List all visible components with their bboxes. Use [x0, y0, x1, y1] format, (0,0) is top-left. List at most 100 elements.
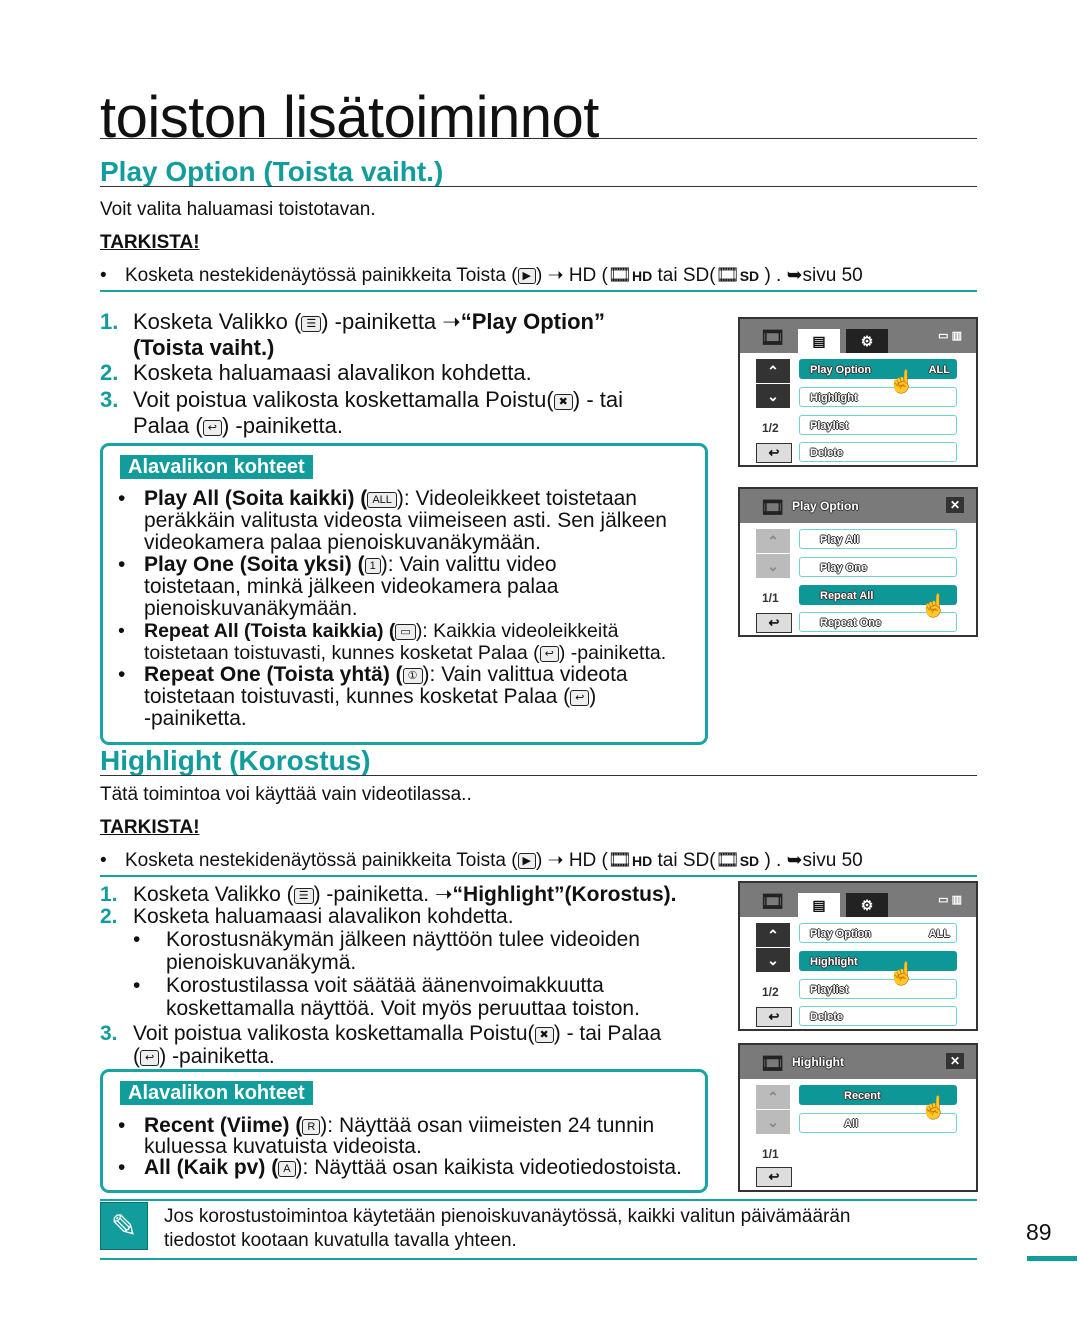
check-bullet: • Kosketa nestekidenäytössä painikkeita T…	[100, 265, 863, 286]
tab-settings-gear-icon[interactable]: ⚙	[846, 893, 888, 917]
item-text: Korostusnäkymän jälkeen näyttöön tulee v…	[166, 928, 640, 951]
close-button[interactable]: ✕	[946, 1053, 964, 1069]
item-text: Korostustilassa voit säätää äänenvoimakk…	[166, 974, 604, 997]
divider	[100, 138, 977, 139]
manual-page: toiston lisätoiminnot Play Option (Toist…	[0, 0, 1080, 1328]
list-item: • All (Kaik pv) (A): Näyttää osan kaikist…	[118, 1156, 682, 1179]
bullet-text: ) . ➥sivu 50	[759, 850, 863, 871]
scroll-down-button[interactable]: ⌄	[756, 948, 790, 972]
play-option-value: ALL	[928, 928, 950, 940]
item-text: videokamera palaa pienoiskuvanäkymään.	[144, 531, 541, 554]
menu-item-playlist[interactable]: Playlist	[799, 979, 957, 999]
scroll-up-button[interactable]: ⌃	[756, 529, 790, 553]
item-title: Play One (Soita yksi) (	[144, 553, 365, 576]
exit-icon: ✖	[553, 394, 573, 410]
list-item: • Korostusnäkymän jälkeen näyttöön tulee …	[133, 928, 640, 951]
video-reel-icon: 🎞	[760, 327, 786, 349]
step-text: ) -painiketta ➝	[321, 309, 461, 334]
option-play-one[interactable]: Play One	[799, 557, 957, 577]
list-item: • Play All (Soita kaikki) (ALL): Videolei…	[118, 487, 637, 510]
list-item: • Play One (Soita yksi) (1): Vain valittu…	[118, 553, 557, 576]
item-text: pienoiskuvanäkymä.	[166, 951, 357, 974]
exit-icon: ✖	[534, 1027, 554, 1043]
scroll-up-button[interactable]: ⌃	[756, 923, 790, 947]
back-icon: ↩	[202, 420, 222, 436]
hd-label: HD	[632, 853, 653, 869]
list-item: • Repeat One (Toista yhtä) (①): Vain vali…	[118, 663, 628, 686]
menu-item-play-option[interactable]: Play Option ALL	[799, 923, 957, 943]
touch-hand-icon: ☝	[888, 961, 916, 986]
screen-title: Play Option	[792, 499, 859, 513]
tab-menu-icon[interactable]: ▤	[798, 329, 840, 353]
step-3: 3. Voit poistua valikosta koskettamalla P…	[100, 387, 623, 413]
page-indicator: 1/2	[762, 421, 779, 435]
camera-screen-play-option: 🎞 Play Option ✕ ⌃ ⌄ 1/1 ↩ Play All Play On…	[738, 487, 978, 637]
page-indicator: 1/2	[762, 985, 779, 999]
close-button[interactable]: ✕	[946, 497, 964, 513]
step-3-cont: Palaa (↩) -painiketta.	[133, 413, 343, 439]
scroll-up-button[interactable]: ⌃	[756, 1085, 790, 1109]
back-button[interactable]: ↩	[756, 613, 792, 633]
item-text: -painiketta.	[144, 707, 247, 730]
scroll-up-button[interactable]: ⌃	[756, 359, 790, 383]
menu-item-highlight[interactable]: Highlight	[799, 951, 957, 971]
repeat-one-icon: ①	[402, 668, 423, 684]
step-text: Kosketa Valikko (	[133, 883, 294, 906]
item-title: Repeat All (Toista kaikkia) (	[144, 620, 396, 642]
check-bullet: • Kosketa nestekidenäytössä painikkeita T…	[100, 850, 863, 871]
step-number: 1.	[100, 883, 118, 906]
tab-settings-gear-icon[interactable]: ⚙	[846, 329, 888, 353]
step-target: “Play Option”	[460, 309, 605, 334]
step-text: ) -painiketta. ➝	[313, 883, 453, 906]
menu-item-play-option[interactable]: Play Option ALL	[799, 359, 957, 379]
tab-menu-icon[interactable]: ▤	[798, 893, 840, 917]
item-text: )	[589, 685, 597, 708]
submenu-list: • Play All (Soita kaikki) (ALL): Videolei…	[100, 488, 667, 730]
item-text: ): Näyttää osan viimeisten 24 tunnin	[320, 1114, 655, 1137]
bullet-text: ) ➝ HD (	[536, 265, 608, 286]
battery-icon: ▭ ▥	[938, 894, 962, 906]
repeat-all-icon: ▭	[395, 624, 416, 640]
divider	[100, 290, 977, 292]
touch-hand-icon: ☝	[888, 369, 916, 394]
back-button[interactable]: ↩	[756, 1167, 792, 1187]
step-text: ) -painiketta.	[221, 413, 343, 438]
list-item: • Repeat All (Toista kaikkia) (▭): Kaikki…	[118, 620, 619, 642]
page-title: toiston lisätoiminnot	[100, 85, 599, 150]
item-title: Recent (Viime) (	[144, 1114, 303, 1137]
step-text: (	[133, 1045, 140, 1068]
note-pencil-icon: ✎	[100, 1202, 148, 1250]
step-text: Kosketa haluamaasi alavalikon kohdetta.	[133, 905, 514, 928]
menu-item-delete[interactable]: Delete	[799, 1006, 957, 1026]
step-number: 1.	[100, 309, 119, 334]
divider	[100, 1199, 977, 1201]
bullet-text: tai SD(	[652, 850, 716, 871]
camera-screen-menu: 🎞 ▤ ⚙ ▭ ▥ ⌃ ⌄ 1/2 ↩ Play Option ALL Highl…	[738, 317, 978, 467]
step-number: 3.	[100, 387, 119, 412]
menu-item-delete[interactable]: Delete	[799, 442, 957, 462]
step-text: ) -painiketta.	[159, 1045, 275, 1068]
step-number: 3.	[100, 1022, 118, 1045]
option-play-all[interactable]: Play All	[799, 529, 957, 549]
scroll-down-button[interactable]: ⌄	[756, 554, 790, 578]
scroll-down-button[interactable]: ⌄	[756, 384, 790, 408]
menu-item-highlight[interactable]: Highlight	[799, 387, 957, 407]
bullet-text: Kosketa nestekidenäytössä painikkeita To…	[125, 850, 518, 871]
section-heading-play-option: Play Option (Toista vaiht.)	[100, 156, 444, 187]
back-button[interactable]: ↩	[756, 443, 792, 463]
play-all-icon: ALL	[367, 492, 397, 508]
video-reel-icon: 🎞	[760, 497, 786, 519]
back-icon: ↩	[539, 646, 559, 662]
bullet-text: tai SD(	[652, 265, 716, 286]
menu-item-playlist[interactable]: Playlist	[799, 415, 957, 435]
item-text: kuluessa kuvatuista videoista.	[144, 1135, 422, 1158]
step-target: “Highlight”(Korostus).	[452, 883, 677, 906]
step-3-cont: (↩) -painiketta.	[133, 1045, 275, 1069]
scroll-down-button[interactable]: ⌄	[756, 1110, 790, 1134]
page-number: 89	[1026, 1219, 1052, 1245]
screen-title: Highlight	[792, 1055, 844, 1069]
item-text: toistetaan toistuvasti, kunnes kosketat …	[100, 642, 667, 664]
back-icon: ↩	[140, 1050, 160, 1066]
back-button[interactable]: ↩	[756, 1007, 792, 1027]
note-line: Jos korostustoimintoa käytetään pienoisk…	[164, 1206, 851, 1227]
